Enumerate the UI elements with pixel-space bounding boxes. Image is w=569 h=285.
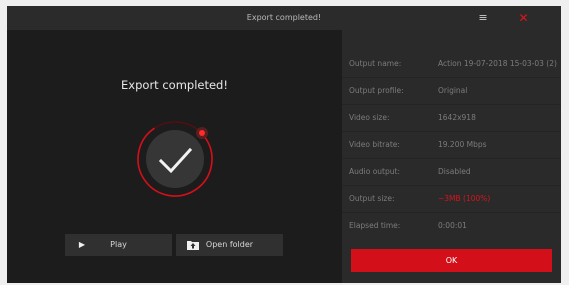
detail-row-video-size: Video size: 1642x918: [342, 105, 561, 132]
minimize-button[interactable]: ≡: [474, 9, 492, 27]
result-panel: Export completed! ▶ Play Open folder: [7, 30, 342, 283]
detail-label: Video size:: [349, 113, 390, 122]
detail-value: Action 19-07-2018 15-03-03 (2): [438, 59, 557, 68]
detail-value: 19.200 Mbps: [438, 140, 487, 149]
export-status-heading: Export completed!: [121, 78, 228, 92]
detail-value: Disabled: [438, 167, 471, 176]
detail-row-output-name: Output name: Action 19-07-2018 15-03-03 …: [342, 51, 561, 78]
title-bar[interactable]: Export completed! ≡ ✕: [7, 6, 561, 30]
detail-label: Video bitrate:: [349, 140, 400, 149]
detail-label: Audio output:: [349, 167, 400, 176]
detail-value: 1642x918: [438, 113, 476, 122]
detail-row-elapsed-time: Elapsed time: 0:00:01: [342, 213, 561, 239]
detail-label: Output size:: [349, 194, 395, 203]
play-label: Play: [110, 240, 127, 249]
detail-label: Elapsed time:: [349, 221, 401, 230]
detail-value: ~3MB (100%): [438, 194, 491, 203]
detail-row-output-profile: Output profile: Original: [342, 78, 561, 105]
detail-row-video-bitrate: Video bitrate: 19.200 Mbps: [342, 132, 561, 159]
detail-row-output-size: Output size: ~3MB (100%): [342, 186, 561, 213]
open-folder-label: Open folder: [205, 240, 254, 249]
detail-label: Output profile:: [349, 86, 404, 95]
details-panel: Output name: Action 19-07-2018 15-03-03 …: [342, 30, 561, 283]
detail-value: 0:00:01: [438, 221, 467, 230]
export-dialog: Export completed! ≡ ✕ Export completed! …: [7, 6, 561, 283]
detail-value: Original: [438, 86, 468, 95]
detail-label: Output name:: [349, 59, 402, 68]
detail-row-audio-output: Audio output: Disabled: [342, 159, 561, 186]
play-button[interactable]: ▶ Play: [65, 234, 172, 256]
open-folder-button[interactable]: Open folder: [176, 234, 283, 256]
check-circle-icon: [135, 119, 215, 199]
minimize-icon: ≡: [478, 11, 488, 24]
close-icon: ✕: [518, 11, 529, 25]
close-button[interactable]: ✕: [507, 6, 540, 30]
ok-button[interactable]: OK: [351, 249, 552, 272]
